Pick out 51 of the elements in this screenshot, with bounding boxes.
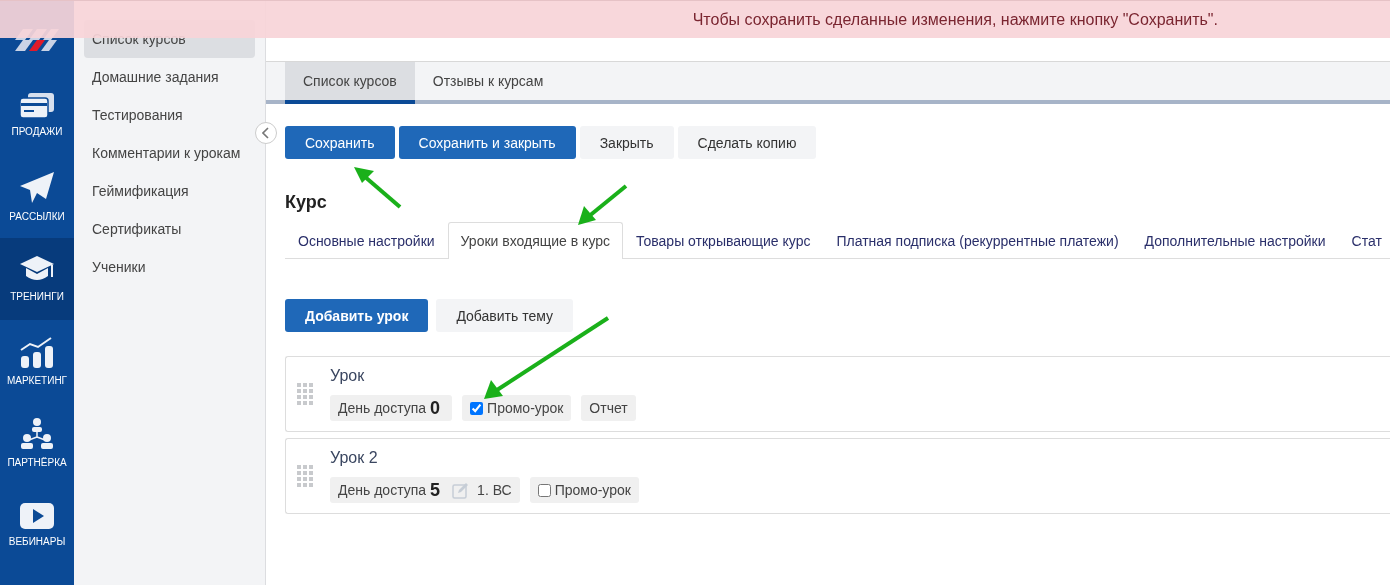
sidebar-item[interactable]: Сертификаты — [84, 210, 255, 248]
primary-button[interactable]: Сохранить и закрыть — [398, 126, 576, 159]
banner-message: Чтобы сохранить сделанные изменения, нажмите кнопку "Сохранить". — [692, 10, 1218, 29]
sidebar-item[interactable]: Домашние задания — [84, 58, 255, 96]
primary-button[interactable]: Добавить урок — [285, 299, 429, 332]
access-day-value: 5 — [430, 479, 441, 501]
promo-checkbox[interactable]: Промо-урок — [529, 477, 639, 503]
promo-checkbox[interactable]: Промо-урок — [462, 395, 572, 421]
checkbox[interactable] — [470, 401, 484, 415]
drag-handle-icon[interactable] — [297, 464, 314, 488]
course-tab[interactable]: Дополнительные настройки — [1131, 222, 1339, 259]
drag-handle-icon[interactable] — [297, 382, 314, 406]
page-tab[interactable]: Список курсов — [285, 62, 415, 104]
nav-item[interactable]: ВЕБИНАРЫ — [0, 484, 74, 566]
primary-button[interactable]: Сохранить — [285, 126, 395, 159]
secondary-button[interactable]: Сделать копию — [677, 126, 817, 159]
paper-plane-icon — [20, 172, 54, 204]
sidebar-item[interactable]: Комментарии к урокам — [84, 134, 255, 172]
nav-item[interactable]: ТРЕНИНГИ — [0, 238, 74, 320]
nav-item[interactable]: РАССЫЛКИ — [0, 156, 74, 238]
course-tab[interactable]: Товары открывающие курс — [623, 222, 824, 259]
nav-item[interactable]: ПРОДАЖИ — [0, 74, 74, 156]
chevron-left-icon — [262, 127, 270, 139]
course-tab[interactable]: Уроки входящие в курс — [447, 222, 624, 259]
course-tab[interactable]: Платная подписка (рекуррентные платежи) — [823, 222, 1132, 259]
sidebar-item[interactable]: Ученики — [84, 248, 255, 286]
nav-item[interactable]: МАРКЕТИНГ — [0, 320, 74, 402]
secondary-button[interactable]: Добавить тему — [436, 299, 573, 332]
annotation-arrow — [578, 184, 628, 225]
annotation-arrow — [354, 167, 402, 209]
people-network-icon — [20, 418, 54, 450]
checkbox[interactable] — [537, 483, 551, 497]
nav-item[interactable]: ПАРТНЁРКА — [0, 402, 74, 484]
cards-icon — [20, 93, 54, 119]
sidebar-item[interactable]: Тестирования — [84, 96, 255, 134]
page-tab[interactable]: Отзывы к курсам — [414, 62, 562, 104]
access-day-label: День доступа — [338, 400, 427, 416]
bar-chart-icon — [20, 336, 54, 368]
lesson-title[interactable]: Урок — [330, 367, 365, 385]
collapse-button[interactable] — [255, 122, 277, 144]
access-day-value: 0 — [430, 397, 441, 419]
lesson-title[interactable]: Урок 2 — [330, 449, 378, 467]
secondary-button[interactable]: Закрыть — [579, 126, 674, 159]
access-day-label: День доступа — [338, 482, 427, 498]
course-tab[interactable]: Основные настройки — [285, 222, 448, 259]
video-play-icon — [20, 503, 54, 529]
sidebar-item[interactable]: Геймификация — [84, 172, 255, 210]
schedule-note: 1. ВС — [477, 482, 512, 498]
report-button[interactable]: Отчет — [581, 395, 636, 421]
course-tab[interactable]: Стат — [1338, 222, 1390, 259]
section-heading: Курс — [285, 192, 327, 213]
